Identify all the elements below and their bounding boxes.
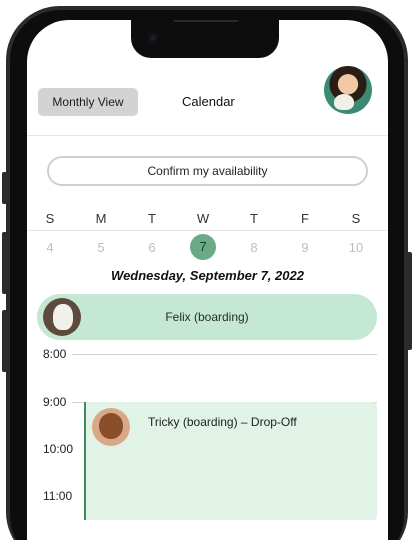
event-tricky-drop-off[interactable]: Tricky (boarding) – Drop-Off	[84, 402, 377, 520]
day-cell-8[interactable]: 8	[239, 240, 269, 255]
app-screen: Monthly View Calendar Confirm my availab…	[27, 20, 388, 540]
time-label-11: 11:00	[43, 489, 73, 503]
hour-gridline	[72, 354, 377, 355]
weekday-label: T	[250, 211, 258, 226]
power-button	[406, 252, 412, 350]
notch	[131, 20, 279, 58]
page-title: Calendar	[182, 94, 235, 109]
weekday-label: F	[301, 211, 309, 226]
speaker-icon	[173, 20, 239, 22]
day-cell-5[interactable]: 5	[86, 240, 116, 255]
weekday-label: S	[351, 211, 361, 226]
event-title: Tricky (boarding) – Drop-Off	[148, 415, 297, 429]
user-avatar-icon[interactable]	[324, 66, 372, 114]
time-label-9: 9:00	[43, 395, 67, 409]
weekday-label: W	[196, 211, 210, 226]
all-day-event-felix[interactable]: Felix (boarding)	[37, 294, 377, 340]
dog-avatar-icon	[92, 408, 130, 446]
weekday-label: M	[95, 211, 107, 226]
weekday-label: T	[148, 211, 156, 226]
avatar-dog-shape	[334, 94, 354, 110]
front-camera-icon	[147, 32, 159, 44]
confirm-availability-button[interactable]: Confirm my availability	[47, 156, 368, 186]
day-cell-6[interactable]: 6	[137, 240, 167, 255]
app-header: Monthly View Calendar	[27, 64, 388, 136]
monthly-view-button[interactable]: Monthly View	[38, 88, 138, 116]
volume-up-button	[2, 232, 8, 294]
week-divider	[27, 230, 388, 231]
day-cell-4[interactable]: 4	[35, 240, 65, 255]
weekday-label: S	[45, 211, 55, 226]
volume-down-button	[2, 310, 8, 372]
day-cell-9[interactable]: 9	[290, 240, 320, 255]
time-label-8: 8:00	[43, 347, 67, 361]
day-cell-10[interactable]: 10	[341, 240, 371, 255]
day-cell-7-selected[interactable]: 7	[190, 234, 216, 260]
dog-fur-shape	[99, 413, 123, 439]
selected-date-heading: Wednesday, September 7, 2022	[111, 268, 304, 283]
all-day-event-label: Felix (boarding)	[165, 310, 249, 324]
time-label-10: 10:00	[43, 442, 74, 456]
mute-switch	[2, 172, 8, 204]
